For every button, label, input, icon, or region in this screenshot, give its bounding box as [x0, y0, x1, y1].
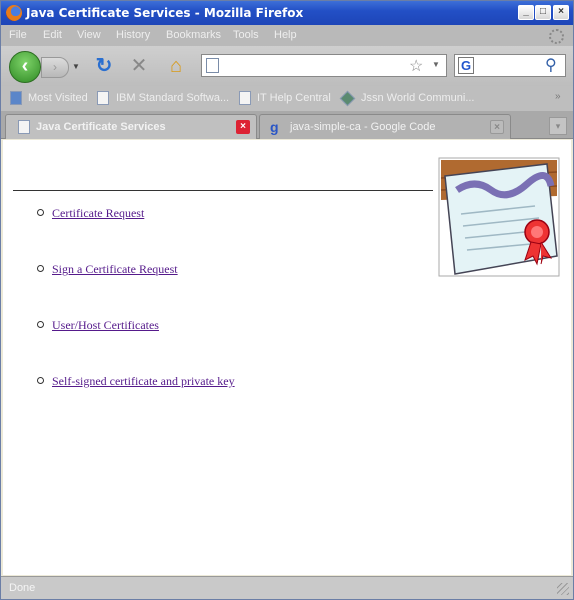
reload-icon[interactable]: ↻ — [94, 56, 114, 76]
url-input[interactable] — [226, 57, 406, 74]
menu-tools[interactable]: Tools — [233, 29, 259, 41]
horizontal-rule — [13, 190, 433, 191]
window-title: Java Certificate Services - Mozilla Fire… — [26, 6, 304, 20]
menu-view[interactable]: View — [77, 29, 101, 41]
page-icon — [239, 91, 251, 105]
menu-bar: File Edit View History Bookmarks Tools H… — [1, 25, 573, 46]
tab-label: Java Certificate Services — [36, 121, 166, 133]
page-icon — [97, 91, 109, 105]
menu-file[interactable]: File — [9, 29, 27, 41]
list-item: Certificate Request — [37, 206, 235, 262]
google-search-engine-icon[interactable]: G — [458, 57, 474, 74]
minimize-button[interactable]: _ — [518, 5, 534, 20]
search-input[interactable] — [481, 57, 541, 74]
navigation-toolbar: ‹ › ▼ ↻ ✕ ⌂ ☆ ▼ G ⚲ — [1, 46, 573, 86]
list-item: Self-signed certificate and private key — [37, 374, 235, 430]
bookmarks-toolbar: Most Visited IBM Standard Softwa... IT H… — [1, 86, 573, 111]
certificate-request-link[interactable]: Certificate Request — [52, 206, 144, 220]
firefox-icon — [6, 5, 22, 21]
user-host-certificates-link[interactable]: User/Host Certificates — [52, 318, 159, 332]
forward-button[interactable]: › — [41, 57, 69, 78]
resize-grip-icon[interactable] — [557, 583, 569, 595]
bookmark-ibm-standard-software[interactable]: IBM Standard Softwa... — [116, 92, 229, 104]
page-icon — [206, 58, 219, 73]
bookmark-most-visited[interactable]: Most Visited — [28, 92, 88, 104]
menu-bookmarks[interactable]: Bookmarks — [166, 29, 221, 41]
self-signed-certificate-link[interactable]: Self-signed certificate and private key — [52, 374, 235, 388]
maximize-button[interactable]: □ — [535, 5, 551, 20]
menu-edit[interactable]: Edit — [43, 29, 62, 41]
history-dropdown-icon[interactable]: ▼ — [72, 62, 80, 71]
title-bar: Java Certificate Services - Mozilla Fire… — [1, 1, 573, 25]
google-code-icon: g — [270, 119, 279, 135]
close-window-button[interactable]: × — [553, 5, 569, 20]
tab-strip: Java Certificate Services × g java-simpl… — [1, 111, 573, 139]
link-list: Certificate Request Sign a Certificate R… — [37, 206, 235, 430]
tab-java-simple-ca[interactable]: g java-simple-ca - Google Code × — [259, 114, 511, 139]
bookmark-jssn-world-community[interactable]: Jssn World Communi... — [361, 92, 475, 104]
status-text: Done — [9, 582, 36, 594]
page-icon — [18, 120, 30, 134]
stop-icon[interactable]: ✕ — [129, 56, 149, 76]
url-dropdown-icon[interactable]: ▼ — [432, 60, 440, 69]
sign-certificate-request-link[interactable]: Sign a Certificate Request — [52, 262, 178, 276]
search-icon[interactable]: ⚲ — [545, 55, 557, 75]
bookmark-star-icon[interactable]: ☆ — [409, 56, 423, 76]
diamond-icon — [339, 90, 356, 107]
close-tab-icon[interactable]: × — [490, 120, 504, 134]
tab-java-certificate-services[interactable]: Java Certificate Services × — [5, 114, 257, 139]
url-bar[interactable]: ☆ ▼ — [201, 54, 447, 77]
throbber-icon — [549, 29, 564, 44]
back-button[interactable]: ‹ — [9, 51, 41, 83]
close-tab-icon[interactable]: × — [236, 120, 250, 134]
browser-window: Java Certificate Services - Mozilla Fire… — [0, 0, 574, 600]
certificate-illustration — [438, 157, 560, 277]
search-bar[interactable]: G ⚲ — [454, 54, 566, 77]
menu-history[interactable]: History — [116, 29, 150, 41]
list-item: Sign a Certificate Request — [37, 262, 235, 318]
chevron-right-icon[interactable]: » — [555, 91, 561, 102]
tab-label: java-simple-ca - Google Code — [290, 121, 436, 133]
menu-help[interactable]: Help — [274, 29, 297, 41]
status-bar: Done — [1, 576, 573, 599]
bookmark-it-help-central[interactable]: IT Help Central — [257, 92, 331, 104]
most-visited-icon — [10, 91, 22, 105]
list-item: User/Host Certificates — [37, 318, 235, 374]
home-icon[interactable]: ⌂ — [166, 56, 186, 76]
list-all-tabs-icon[interactable]: ▾ — [549, 117, 567, 135]
page-content: Certificate Request Sign a Certificate R… — [3, 140, 571, 575]
